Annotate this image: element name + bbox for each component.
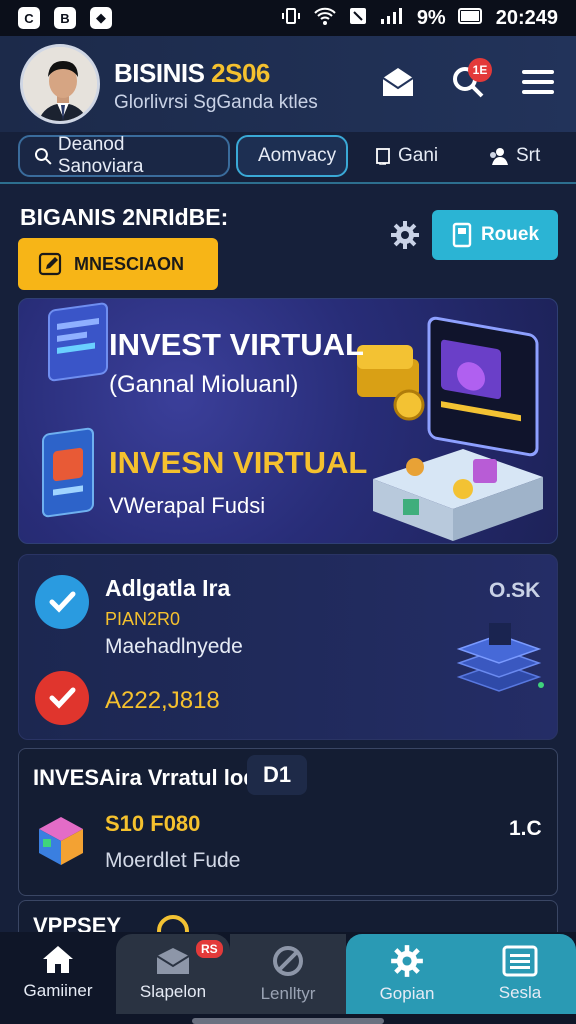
nav-item-home[interactable]: Gamiiner (0, 932, 116, 1012)
card-subtitle: Moerdlet Fude (105, 849, 241, 872)
battery-percent: 9% (416, 6, 446, 29)
card-description: Maehadlnyede (105, 635, 243, 658)
tab-label: Srt (516, 145, 541, 166)
banner-subline-1: (Gannal Mioluanl) (109, 371, 299, 398)
banner-subline-2: VWerapal Fudsi (109, 493, 266, 518)
mail-open-button[interactable] (378, 62, 418, 102)
check-blue-icon (35, 575, 89, 629)
status-app-icon: B (54, 7, 76, 29)
tab-label: Deanod Sanoviara (57, 134, 144, 177)
edit-icon (38, 252, 62, 276)
card-tag: O.SK (489, 579, 541, 602)
nav-label: Gopian (379, 984, 435, 1003)
settings-button[interactable] (388, 218, 422, 252)
home-indicator[interactable] (192, 1018, 384, 1024)
notification-badge: 1E (468, 58, 492, 82)
nav-label: Sesla (498, 983, 542, 1002)
stack-layers-icon (456, 623, 544, 692)
status-bar: C B ◆ 9% 20:249 (0, 0, 576, 36)
secondary-action-button[interactable]: Rouek (432, 210, 558, 260)
avatar[interactable] (20, 44, 100, 124)
brand-main: BISINIS (114, 58, 205, 88)
gear-icon (391, 945, 423, 977)
primary-action-label: MNESCIAON (74, 253, 185, 274)
brand-tagline: Glorlivrsi SgGanda ktles (114, 92, 318, 113)
section-title: BIGANIS 2NRIdBE: (20, 204, 229, 230)
cube-icon (39, 817, 83, 865)
battery-icon (457, 7, 484, 30)
book-icon (452, 222, 472, 248)
tab-label: Gani (398, 145, 439, 166)
secondary-action-label: Rouek (480, 224, 540, 245)
nav-label: Gamiiner (23, 981, 93, 1000)
tab-aomvacy[interactable]: Aomvacy (236, 135, 348, 177)
hamburger-icon (522, 70, 554, 94)
investment-card[interactable]: INVESAira Vrratul lode D1 S10 F080 Moerd… (18, 748, 558, 896)
brand-title: BISINIS 2S06 (114, 58, 270, 89)
card-chip: D1 (247, 755, 308, 795)
banner-headline-1: INVEST VIRTUAL (109, 327, 364, 362)
mail-open-icon (382, 68, 414, 96)
card-amount: A222,J818 (105, 687, 220, 714)
banner-headline-2: INVESN VIRTUAL (109, 445, 368, 480)
card-price: S10 F080 (105, 811, 201, 836)
brand-accent: 2S06 (211, 58, 270, 88)
status-app-icon: C (18, 7, 40, 29)
ban-icon (273, 946, 303, 976)
menu-button[interactable] (518, 62, 558, 102)
mail-icon (156, 948, 190, 974)
nav-label: Lenlltyr (260, 984, 316, 1003)
nav-item-settings[interactable]: Gopian (350, 934, 464, 1014)
tab-gani[interactable]: Gani (360, 135, 460, 177)
gear-icon (391, 221, 419, 249)
card-code: PIAN2R0 (105, 609, 181, 629)
users-icon (490, 148, 508, 165)
check-red-icon (35, 671, 89, 725)
nfc-icon (349, 6, 367, 31)
nav-label: Slapelon (139, 982, 207, 1001)
nav-item-restrict[interactable]: Lenlltyr (230, 934, 346, 1014)
status-indicators: 9% 20:249 (281, 6, 558, 31)
wifi-icon (313, 6, 337, 31)
status-time: 20:249 (495, 6, 558, 29)
bottom-navigation: Gamiiner RS Slapelon Lenlltyr Gopian Ses… (0, 932, 576, 1024)
nav-item-messages[interactable]: RS Slapelon (116, 934, 230, 1014)
summary-card[interactable]: Adlgatla Ira PIAN2R0 Maehadlnyede A222,J… (18, 554, 558, 740)
primary-action-button[interactable]: MNESCIAON (18, 238, 218, 290)
search-icon (34, 148, 52, 165)
status-app-icons: C B ◆ (18, 7, 112, 29)
home-icon (43, 946, 73, 973)
tab-label: Aomvacy (258, 145, 337, 166)
tab-srt[interactable]: Srt (474, 135, 564, 177)
card-title: INVESAira Vrratul lode (33, 765, 269, 790)
nav-item-list[interactable]: Sesla (464, 934, 576, 1014)
status-app-icon: ◆ (90, 7, 112, 29)
signal-icon (379, 6, 405, 31)
document-icon (376, 148, 390, 165)
tab-search[interactable]: Deanod Sanoviara (18, 134, 230, 177)
list-icon (502, 945, 538, 977)
nav-badge: RS (196, 940, 223, 958)
category-tabs: Deanod Sanoviara Aomvacy Gani Srt (0, 132, 576, 184)
card-right-value: 1.C (509, 817, 542, 840)
promo-banner[interactable]: INVEST VIRTUAL (Gannal Mioluanl) INVESN … (18, 298, 558, 544)
app-header: BISINIS 2S06 Glorlivrsi SgGanda ktles 1E (0, 36, 576, 132)
vibrate-icon (281, 6, 301, 31)
card-title: Adlgatla Ira (105, 575, 231, 601)
